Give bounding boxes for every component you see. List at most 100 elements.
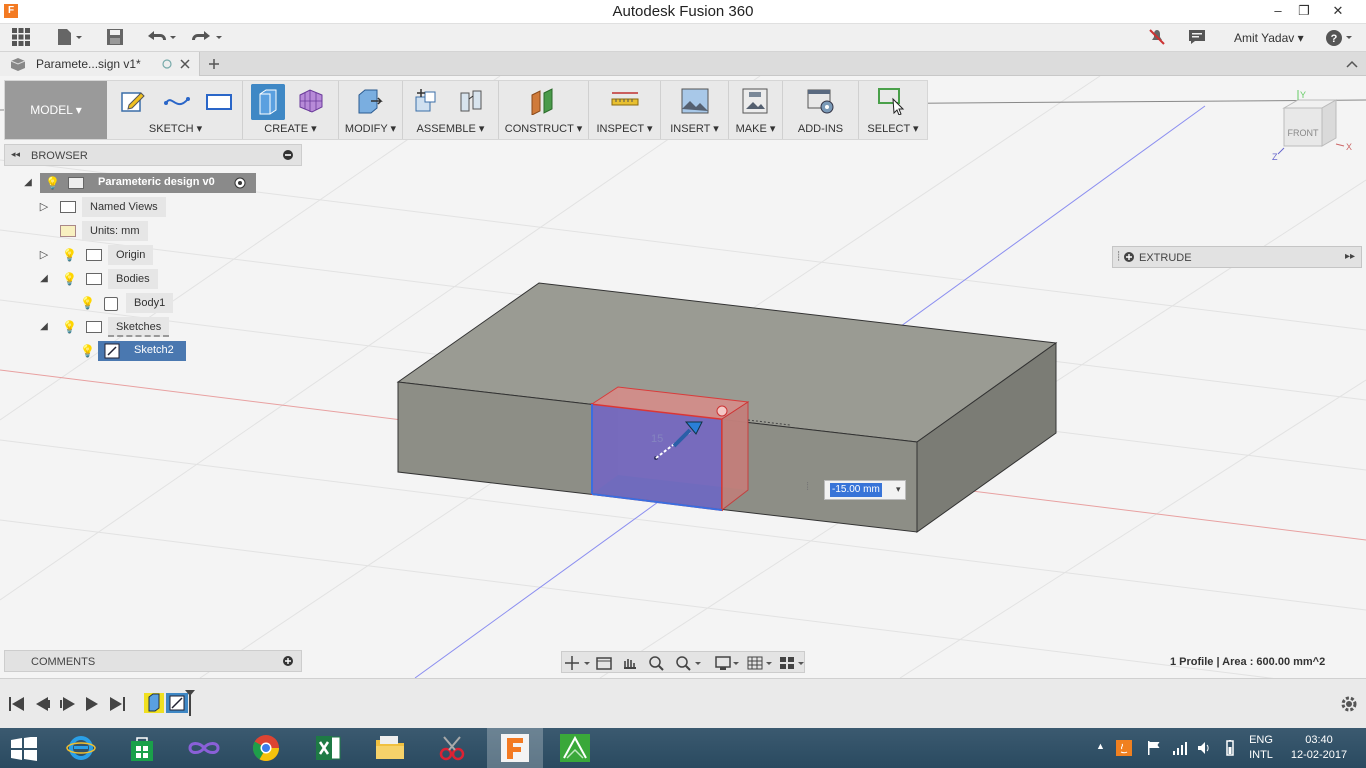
save-icon[interactable] bbox=[106, 28, 124, 48]
close-tab-icon[interactable] bbox=[180, 59, 190, 69]
windows-start-icon[interactable] bbox=[10, 737, 38, 761]
action-center-flag-icon[interactable] bbox=[1146, 740, 1162, 756]
taskbar-excel[interactable] bbox=[300, 728, 356, 768]
collapse-toolbar-chevron-icon[interactable] bbox=[1346, 59, 1358, 69]
tree-item-units[interactable]: Units: mm bbox=[38, 221, 178, 241]
undo-icon[interactable] bbox=[146, 28, 178, 48]
visibility-bulb-icon[interactable]: 💡 bbox=[80, 344, 95, 358]
extrude-icon[interactable] bbox=[251, 84, 285, 120]
timeline-extrude-feature-icon[interactable] bbox=[144, 693, 164, 713]
help-menu[interactable]: ? bbox=[1325, 28, 1355, 48]
minimize-button[interactable]: – bbox=[1266, 2, 1290, 20]
toolbar-group-select[interactable]: SELECT ▾ bbox=[859, 81, 927, 139]
viewports-icon[interactable] bbox=[780, 657, 804, 669]
restore-button[interactable]: ❐ bbox=[1292, 2, 1316, 20]
timeline-settings-gear-icon[interactable] bbox=[1340, 695, 1358, 713]
taskbar-internet-explorer[interactable] bbox=[54, 728, 110, 768]
spline-icon[interactable] bbox=[163, 87, 191, 115]
visibility-bulb-off-icon[interactable]: 💡 bbox=[62, 248, 77, 262]
battery-icon[interactable] bbox=[1222, 740, 1238, 756]
close-button[interactable]: ✕ bbox=[1326, 2, 1350, 20]
chevron-down-icon[interactable]: ▾ bbox=[896, 484, 901, 495]
3d-viewport[interactable]: 15 bbox=[0, 76, 1366, 678]
browser-options-minus-icon[interactable] bbox=[283, 150, 293, 160]
model-canvas[interactable]: 15 bbox=[0, 76, 1366, 678]
user-account-menu[interactable]: Amit Yadav ▾ bbox=[1234, 31, 1304, 45]
timeline-end-icon[interactable] bbox=[110, 697, 125, 711]
taskbar-fusion-360[interactable] bbox=[487, 728, 543, 768]
tree-item-sketch2[interactable]: 💡 Sketch2 bbox=[76, 341, 188, 361]
taskbar-visual-studio[interactable] bbox=[176, 728, 232, 768]
fit-zoom-window-icon[interactable] bbox=[676, 656, 701, 671]
taskbar-chrome[interactable] bbox=[238, 728, 294, 768]
visibility-bulb-icon[interactable]: 💡 bbox=[62, 320, 77, 334]
toolbar-group-addins[interactable]: ADD-INS bbox=[783, 81, 859, 139]
toolbar-group-sketch[interactable]: SKETCH ▾ bbox=[109, 81, 243, 139]
expanded-triangle-icon[interactable]: ◢ bbox=[38, 321, 50, 333]
activate-component-radio-icon[interactable] bbox=[234, 177, 246, 189]
tree-item-named-views[interactable]: ▷ Named Views bbox=[38, 197, 178, 217]
toolbar-group-construct[interactable]: CONSTRUCT ▾ bbox=[499, 81, 589, 139]
view-cube[interactable]: FRONT Y Z X bbox=[1270, 88, 1360, 168]
new-tab-plus-icon[interactable] bbox=[208, 58, 220, 70]
dialog-expand-arrows-icon[interactable]: ▸▸ bbox=[1345, 251, 1355, 262]
file-menu-icon[interactable] bbox=[56, 28, 84, 48]
network-signal-icon[interactable] bbox=[1172, 740, 1188, 756]
form-tspline-icon[interactable] bbox=[297, 87, 325, 115]
zoom-icon[interactable] bbox=[649, 656, 664, 671]
pan-hand-icon[interactable] bbox=[624, 659, 636, 669]
press-pull-icon[interactable] bbox=[355, 87, 383, 115]
toolbar-group-modify[interactable]: MODIFY ▾ bbox=[339, 81, 403, 139]
taskbar-store[interactable] bbox=[114, 728, 170, 768]
look-at-icon[interactable] bbox=[596, 657, 612, 670]
taskbar-green-app[interactable] bbox=[547, 728, 603, 768]
create-sketch-icon[interactable] bbox=[119, 87, 147, 115]
timeline-step-forward-icon[interactable] bbox=[60, 697, 75, 711]
extrude-dialog[interactable]: ┊ EXTRUDE ▸▸ bbox=[1112, 246, 1362, 268]
workspace-switcher-button[interactable]: MODEL ▾ bbox=[5, 81, 107, 139]
orbit-icon[interactable] bbox=[565, 656, 590, 670]
tray-java-icon[interactable] bbox=[1116, 740, 1132, 756]
extrude-distance-input[interactable]: -15.00 mm ▾ bbox=[824, 480, 906, 500]
timeline-start-icon[interactable] bbox=[9, 697, 24, 711]
rectangle-icon[interactable] bbox=[205, 87, 233, 115]
grid-settings-icon[interactable] bbox=[747, 656, 772, 670]
timeline-step-back-icon[interactable] bbox=[36, 697, 50, 711]
toolbar-group-create[interactable]: CREATE ▾ bbox=[243, 81, 339, 139]
document-tab[interactable]: Paramete...sign v1* bbox=[0, 52, 200, 76]
add-comment-plus-icon[interactable] bbox=[283, 656, 293, 666]
new-component-icon[interactable] bbox=[413, 87, 441, 115]
tree-item-bodies[interactable]: ◢ 💡 Bodies bbox=[38, 269, 178, 289]
joint-icon[interactable] bbox=[457, 87, 485, 115]
collapsed-triangle-icon[interactable]: ▷ bbox=[38, 249, 50, 261]
dialog-drag-handle[interactable]: ┊ bbox=[1116, 251, 1121, 262]
display-settings-icon[interactable] bbox=[715, 656, 739, 670]
measure-icon[interactable] bbox=[611, 87, 639, 115]
data-panel-grid-icon[interactable] bbox=[12, 28, 30, 48]
collapsed-triangle-icon[interactable]: ▷ bbox=[38, 201, 50, 213]
taskbar-file-explorer[interactable] bbox=[362, 728, 418, 768]
timeline-sketch-feature-icon[interactable] bbox=[166, 693, 188, 713]
taskbar-clock[interactable]: 03:40 12-02-2017 bbox=[1286, 733, 1352, 763]
visibility-bulb-icon[interactable]: 💡 bbox=[45, 176, 60, 190]
visibility-bulb-icon[interactable]: 💡 bbox=[62, 272, 77, 286]
redo-icon[interactable] bbox=[190, 28, 224, 48]
scripts-addins-icon[interactable] bbox=[807, 87, 835, 115]
input-language-indicator[interactable]: ENG INTL bbox=[1248, 733, 1274, 763]
input-drag-handle[interactable]: ⁞ bbox=[806, 481, 809, 493]
volume-speaker-icon[interactable] bbox=[1196, 740, 1212, 756]
notifications-chat-icon[interactable] bbox=[1188, 28, 1206, 48]
3d-print-icon[interactable] bbox=[741, 87, 769, 115]
toolbar-group-make[interactable]: MAKE ▾ bbox=[729, 81, 783, 139]
comments-panel-header[interactable]: COMMENTS bbox=[4, 650, 302, 672]
toolbar-group-insert[interactable]: INSERT ▾ bbox=[661, 81, 729, 139]
taskbar-snipping-tool[interactable] bbox=[424, 728, 480, 768]
tree-item-body1[interactable]: 💡 Body1 bbox=[76, 293, 186, 313]
tree-item-root-design[interactable]: ◢ 💡 Parameteric design v0 bbox=[20, 173, 260, 193]
offset-plane-icon[interactable] bbox=[529, 87, 557, 115]
tree-item-sketches[interactable]: ◢ 💡 Sketches bbox=[38, 317, 178, 337]
visibility-bulb-icon[interactable]: 💡 bbox=[80, 296, 95, 310]
select-cursor-icon[interactable] bbox=[877, 87, 905, 115]
timeline-play-icon[interactable] bbox=[86, 697, 98, 711]
collapse-browser-icon[interactable]: ◂◂ bbox=[11, 149, 20, 160]
